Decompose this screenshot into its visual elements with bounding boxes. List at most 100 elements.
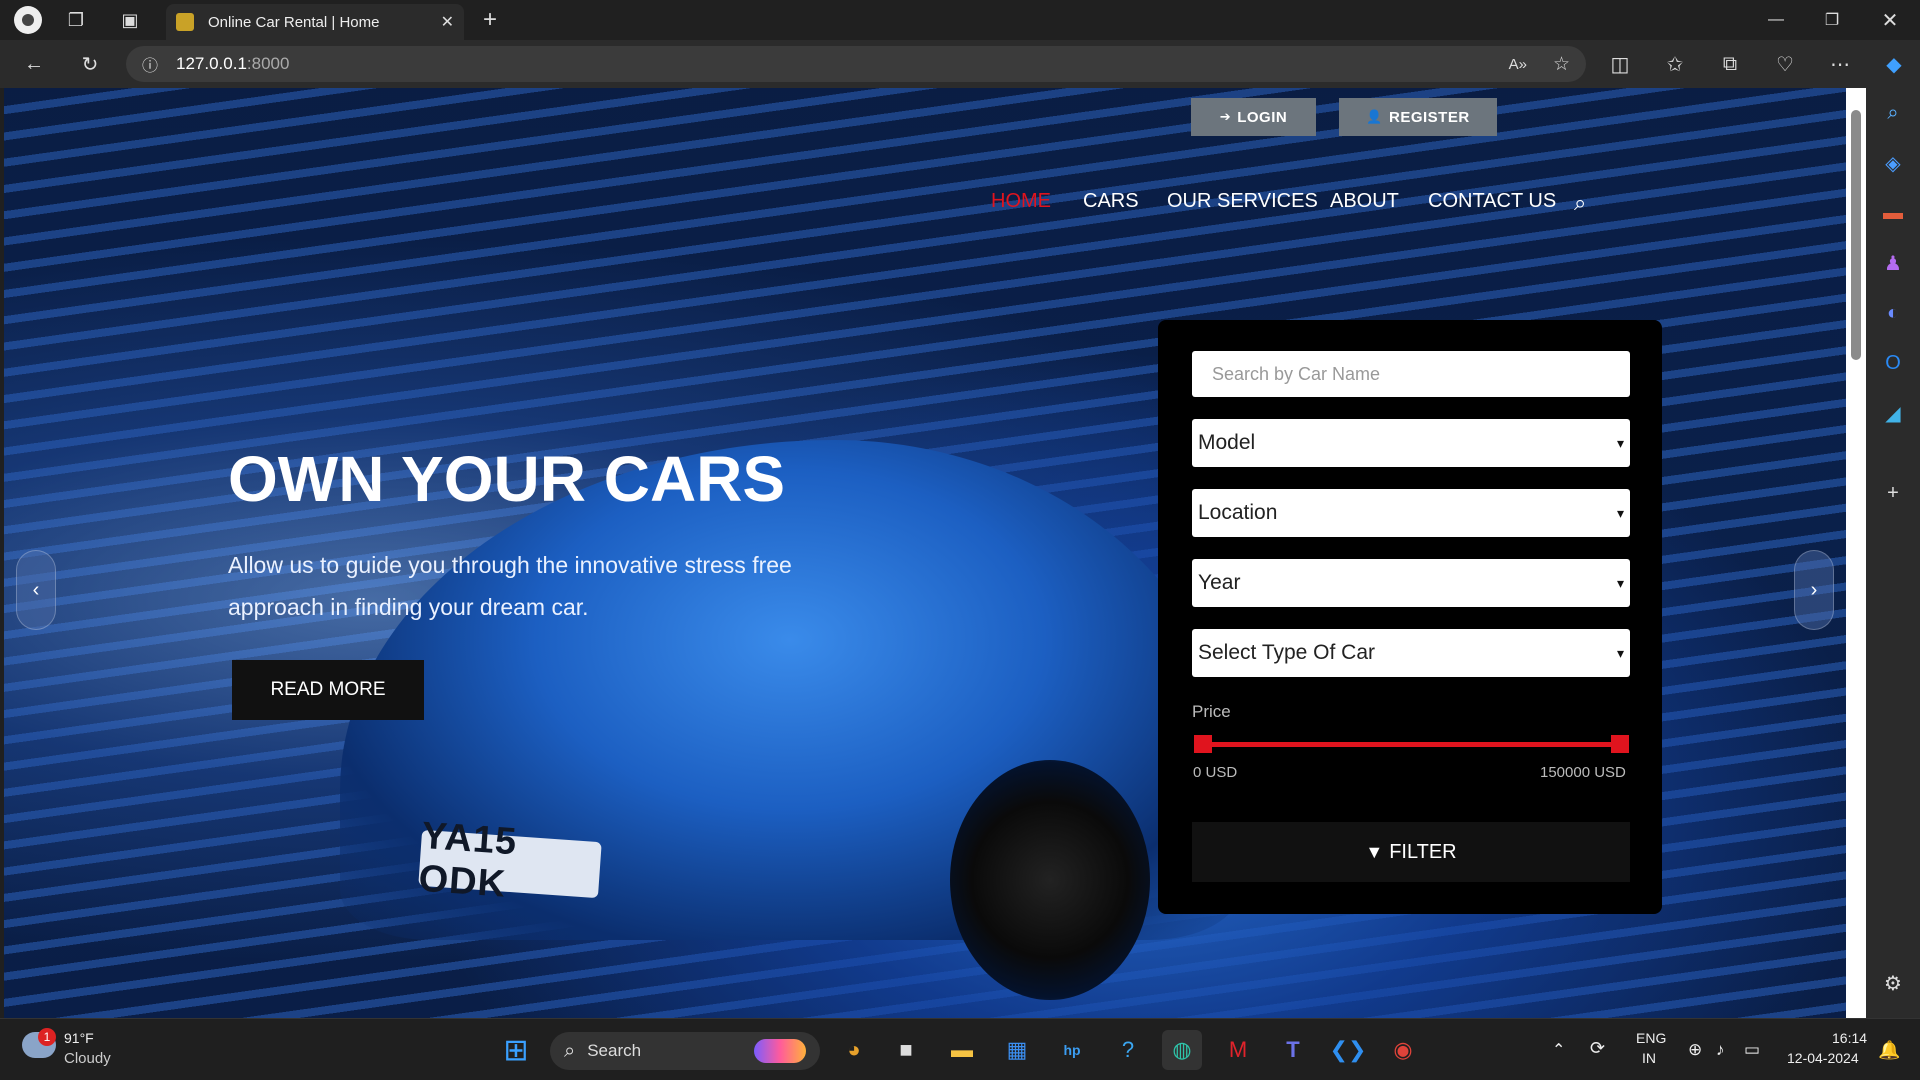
clock-time[interactable]: 16:14	[1832, 1030, 1867, 1046]
nav-our-services[interactable]: OUR SERVICES	[1167, 190, 1318, 213]
tools-icon[interactable]: ▬	[1866, 188, 1920, 238]
restore-icon[interactable]: ❐	[1804, 0, 1860, 40]
shopping-tag-icon[interactable]: ◈	[1866, 138, 1920, 188]
language-bottom[interactable]: IN	[1642, 1050, 1656, 1066]
microsoft-store-icon[interactable]: ▦	[997, 1030, 1037, 1070]
nav-cars[interactable]: CARS	[1083, 190, 1139, 213]
search-icon[interactable]: ⌕	[1574, 190, 1586, 216]
price-min-handle[interactable]	[1194, 735, 1212, 753]
taskbar-search[interactable]: ⌕ Search	[550, 1032, 820, 1070]
chevron-down-icon: ▾	[1616, 644, 1624, 661]
sidebar-search-icon[interactable]: ⌕	[1866, 88, 1920, 138]
filter-button-label: FILTER	[1389, 840, 1457, 863]
file-explorer-icon[interactable]: ▬	[942, 1030, 982, 1070]
price-max-handle[interactable]	[1611, 735, 1629, 753]
browser-essentials-icon[interactable]: ♡	[1765, 44, 1805, 84]
profile-icon[interactable]	[8, 0, 48, 40]
network-globe-icon[interactable]: ⊕	[1688, 1040, 1702, 1060]
chevron-down-icon: ▾	[1616, 504, 1624, 521]
car-type-select[interactable]: Select Type Of Car ▾	[1192, 629, 1630, 677]
scrollbar-thumb[interactable]	[1851, 110, 1861, 360]
split-screen-icon[interactable]: ◫	[1600, 44, 1640, 84]
new-tab-button[interactable]: +	[470, 0, 510, 40]
clock-date[interactable]: 12-04-2024	[1787, 1050, 1859, 1066]
edge-browser-icon[interactable]: ◍	[1162, 1030, 1202, 1070]
license-plate: YA15 ODK	[417, 815, 602, 906]
read-aloud-icon[interactable]: A»	[1509, 56, 1527, 73]
weather-temperature: 91°F	[64, 1030, 94, 1046]
year-select-value: Year	[1198, 571, 1241, 594]
more-menu-icon[interactable]: ⋯	[1820, 44, 1860, 84]
volume-icon[interactable]: ♪	[1716, 1040, 1725, 1060]
battery-icon[interactable]: ▭	[1744, 1040, 1760, 1060]
mcafee-icon[interactable]: M	[1218, 1030, 1258, 1070]
login-button[interactable]: ➔ LOGIN	[1191, 98, 1316, 136]
chevron-down-icon: ▾	[1616, 574, 1624, 591]
copilot-icon[interactable]: ◆	[1874, 44, 1914, 84]
teams-icon[interactable]: T	[1273, 1030, 1313, 1070]
location-select[interactable]: Location ▾	[1192, 489, 1630, 537]
microsoft365-icon[interactable]: ◐	[1866, 288, 1920, 338]
start-windows-icon[interactable]: ⊞	[496, 1030, 536, 1070]
car-type-select-value: Select Type Of Car	[1198, 641, 1376, 664]
model-select[interactable]: Model ▾	[1192, 419, 1630, 467]
notification-bell-icon[interactable]: 🔔	[1878, 1040, 1900, 1061]
sidebar-settings-icon[interactable]: ⚙	[1866, 958, 1920, 1008]
funnel-icon: ▼	[1365, 841, 1384, 862]
copilot-pre-icon[interactable]: ◕	[834, 1030, 874, 1070]
chrome-icon[interactable]: ◉	[1383, 1030, 1423, 1070]
close-tab-icon[interactable]: ✕	[441, 12, 454, 32]
price-min-value: 0 USD	[1193, 764, 1238, 781]
price-slider-track[interactable]	[1202, 742, 1620, 747]
favorites-icon[interactable]: ✩	[1655, 44, 1695, 84]
login-label: LOGIN	[1237, 108, 1288, 126]
carousel-next-icon[interactable]: ›	[1794, 550, 1834, 630]
add-sidebar-app-icon[interactable]: +	[1866, 468, 1920, 518]
filter-button[interactable]: ▼ FILTER	[1192, 822, 1630, 882]
reload-icon[interactable]: ↻	[70, 44, 110, 84]
window-close-icon[interactable]: ✕	[1862, 0, 1918, 40]
minimize-icon[interactable]: —	[1748, 0, 1804, 40]
user-plus-icon: 👤	[1366, 109, 1383, 124]
workspaces-icon[interactable]: ❐	[56, 0, 96, 40]
nav-home[interactable]: HOME	[991, 190, 1051, 213]
hero-subtitle: Allow us to guide you through the innova…	[228, 552, 792, 620]
taskbar-search-label: Search	[587, 1041, 642, 1060]
outlook-icon[interactable]: O	[1866, 338, 1920, 388]
drop-icon[interactable]: ◢	[1866, 388, 1920, 438]
model-select-value: Model	[1198, 431, 1256, 454]
myhp-icon[interactable]: hp	[1052, 1030, 1092, 1070]
sync-icon[interactable]: ⟳	[1590, 1038, 1605, 1059]
car-name-search-input[interactable]: Search by Car Name	[1192, 351, 1630, 397]
favorite-star-icon[interactable]: ☆	[1553, 53, 1570, 76]
carousel-prev-icon[interactable]: ‹	[16, 550, 56, 630]
weather-alert-badge: 1	[38, 1028, 56, 1046]
tab-title: Online Car Rental | Home	[208, 13, 380, 31]
vscode-icon[interactable]: ❮❯	[1328, 1030, 1368, 1070]
show-hidden-icons-chevron-icon[interactable]: ⌃	[1552, 1040, 1565, 1060]
url-host: 127.0.0.1	[176, 54, 247, 73]
site-favicon-icon	[176, 13, 194, 31]
browser-tab-bar: ❐ ▣ Online Car Rental | Home ✕ + — ❐ ✕	[0, 0, 1920, 40]
price-max-value: 150000 USD	[1540, 764, 1626, 781]
price-label: Price	[1192, 702, 1231, 721]
search-icon: ⌕	[564, 1039, 576, 1062]
year-select[interactable]: Year ▾	[1192, 559, 1630, 607]
language-top[interactable]: ENG	[1636, 1030, 1666, 1046]
read-more-button[interactable]: READ MORE	[232, 660, 424, 720]
collections-icon[interactable]: ⧉	[1710, 44, 1750, 84]
help-icon[interactable]: ?	[1108, 1030, 1148, 1070]
register-button[interactable]: 👤 REGISTER	[1339, 98, 1497, 136]
location-select-value: Location	[1198, 501, 1278, 524]
active-tab[interactable]: Online Car Rental | Home ✕	[166, 4, 464, 40]
back-icon[interactable]: ←	[14, 44, 54, 84]
url-field[interactable]: ⓘ 127.0.0.1 :8000 A» ☆	[126, 46, 1586, 82]
nav-contact-us[interactable]: CONTACT US	[1428, 190, 1556, 213]
site-info-icon[interactable]: ⓘ	[142, 52, 158, 76]
url-port: :8000	[246, 54, 290, 73]
task-view-icon[interactable]: ■	[886, 1030, 926, 1070]
nav-about[interactable]: ABOUT	[1330, 190, 1399, 213]
vertical-tabs-icon[interactable]: ▣	[110, 0, 150, 40]
games-icon[interactable]: ♟	[1866, 238, 1920, 288]
edge-sidebar: ⌕ ◈ ▬ ♟ ◐ O ◢ + ⚙	[1866, 88, 1920, 1018]
